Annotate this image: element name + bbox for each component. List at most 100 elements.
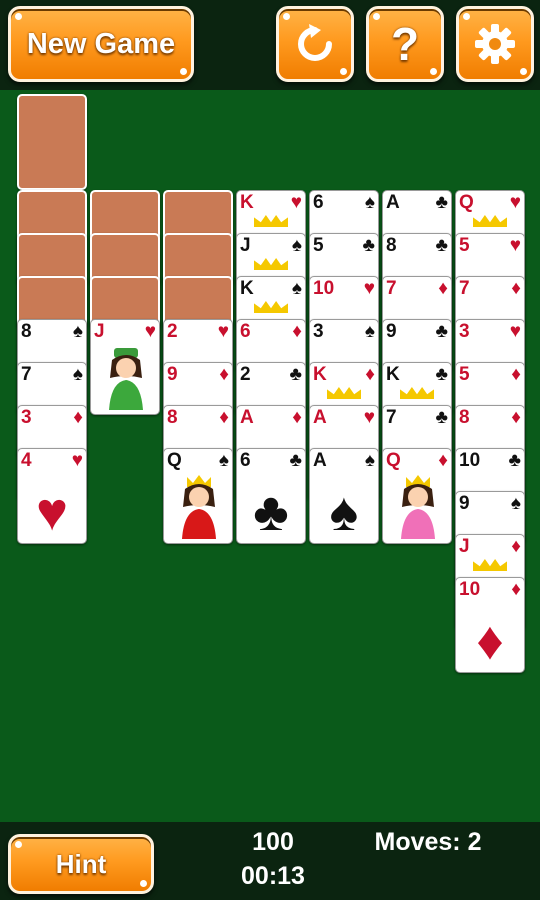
card-rank: 3: [313, 321, 324, 342]
crown-icon: [473, 559, 507, 571]
restart-button[interactable]: [276, 6, 354, 82]
card-rank: K: [240, 278, 254, 299]
queen-figure-icon: [401, 475, 435, 539]
crown-icon: [327, 387, 361, 399]
card-rank: 9: [386, 321, 397, 342]
card-suit-icon: ♣: [508, 450, 521, 471]
card-suit-icon: ♣: [435, 364, 448, 385]
card-rank: 8: [21, 321, 32, 342]
card-rank: A: [313, 407, 327, 428]
card-rank: 7: [386, 407, 397, 428]
button-shine: [373, 13, 380, 20]
crown-icon: [254, 215, 288, 227]
button-shine: [463, 13, 470, 20]
card-suit-icon: ♠: [364, 450, 375, 471]
card-rank: Q: [167, 450, 182, 471]
card-rank: 8: [167, 407, 178, 428]
help-button[interactable]: ?: [366, 6, 444, 82]
card-center-suit-icon: ♠: [329, 482, 359, 542]
playing-card[interactable]: 10 ♦ ♦: [455, 577, 525, 673]
hint-button[interactable]: Hint: [8, 834, 154, 894]
playing-card[interactable]: J ♥: [90, 319, 160, 415]
card-suit-icon: ♦: [511, 364, 521, 385]
card-suit-icon: ♣: [435, 235, 448, 256]
card-suit-icon: ♣: [435, 321, 448, 342]
card-rank: K: [240, 192, 254, 213]
playing-card[interactable]: 6 ♣ ♣: [236, 448, 306, 544]
card-rank: 5: [313, 235, 324, 256]
card-suit-icon: ♥: [509, 235, 521, 256]
card-rank: 9: [459, 493, 470, 514]
card-suit-icon: ♦: [292, 407, 302, 428]
playing-card[interactable]: Q ♦: [382, 448, 452, 544]
new-game-label: New Game: [26, 27, 176, 60]
settings-button[interactable]: [456, 6, 534, 82]
button-shine: [15, 841, 22, 848]
playing-card[interactable]: A ♠ ♠: [309, 448, 379, 544]
jack-figure-icon: [109, 348, 143, 410]
card-rank: J: [94, 321, 105, 342]
button-shine: [180, 68, 187, 75]
card-rank: 2: [167, 321, 178, 342]
card-rank: 6: [313, 192, 324, 213]
card-center-suit-icon: ♥: [35, 482, 69, 542]
card-suit-icon: ♦: [511, 536, 521, 557]
card-rank: 10: [313, 278, 335, 299]
moves-counter: Moves: 2: [374, 828, 482, 856]
card-suit-icon: ♠: [72, 364, 83, 385]
card-suit-icon: ♦: [219, 407, 229, 428]
card-suit-icon: ♠: [291, 235, 302, 256]
card-rank: 7: [459, 278, 470, 299]
new-game-button[interactable]: New Game: [8, 6, 194, 82]
timer-display: 00:13: [241, 862, 305, 890]
card-suit-icon: ♥: [509, 321, 521, 342]
card-suit-icon: ♣: [435, 192, 448, 213]
card-center-suit-icon: ♣: [253, 482, 289, 542]
card-rank: 8: [386, 235, 397, 256]
card-center-suit-icon: ♦: [476, 611, 504, 671]
card-rank: 5: [459, 235, 470, 256]
restart-icon: [298, 24, 332, 61]
button-shine: [15, 13, 22, 20]
card-suit-icon: ♠: [218, 450, 229, 471]
card-rank: 9: [167, 364, 178, 385]
card-rank: A: [313, 450, 327, 471]
playing-card[interactable]: Q ♠: [163, 448, 233, 544]
card-suit-icon: ♦: [292, 321, 302, 342]
button-shine: [140, 880, 147, 887]
card-rank: 8: [459, 407, 470, 428]
help-icon: ?: [390, 18, 420, 70]
card-suit-icon: ♠: [291, 278, 302, 299]
card-suit-icon: ♦: [438, 278, 448, 299]
card-suit-icon: ♦: [365, 364, 375, 385]
card-rank: A: [240, 407, 254, 428]
queen-figure-icon: [182, 475, 216, 539]
card-suit-icon: ♣: [289, 364, 302, 385]
card-suit-icon: ♥: [144, 321, 156, 342]
card-rank: Q: [386, 450, 401, 471]
card-suit-icon: ♥: [363, 278, 375, 299]
crown-icon: [254, 258, 288, 270]
card-suit-icon: ♥: [290, 192, 302, 213]
card-rank: Q: [459, 192, 474, 213]
card-rank: 2: [240, 364, 251, 385]
card-rank: A: [386, 192, 400, 213]
card-rank: 5: [459, 364, 470, 385]
crown-icon: [400, 387, 434, 399]
card-suit-icon: ♠: [510, 493, 521, 514]
card-suit-icon: ♥: [363, 407, 375, 428]
card-rank: 10: [459, 450, 481, 471]
card-rank: 6: [240, 450, 251, 471]
card-rank: K: [386, 364, 400, 385]
card-rank: 3: [21, 407, 32, 428]
button-shine: [340, 68, 347, 75]
stock-pile[interactable]: [17, 94, 87, 190]
card-suit-icon: ♥: [217, 321, 229, 342]
card-rank: K: [313, 364, 327, 385]
card-suit-icon: ♠: [72, 321, 83, 342]
playing-card[interactable]: 4 ♥ ♥: [17, 448, 87, 544]
card-suit-icon: ♦: [511, 407, 521, 428]
card-suit-icon: ♦: [438, 450, 448, 471]
button-shine: [283, 13, 290, 20]
crown-icon: [473, 215, 507, 227]
